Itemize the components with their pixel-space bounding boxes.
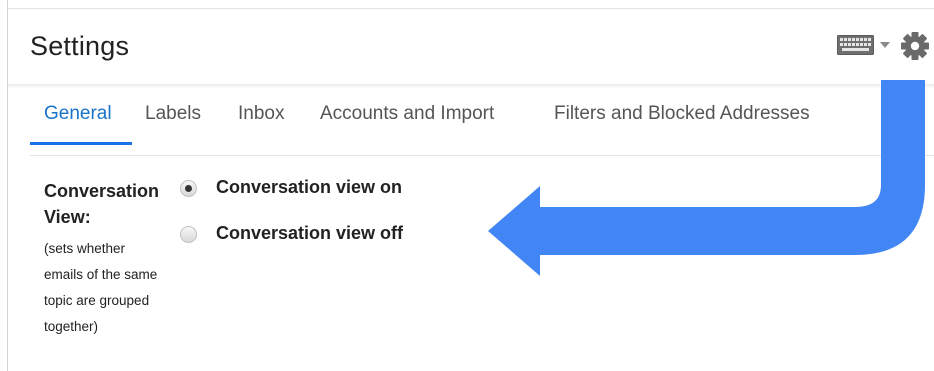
settings-header [8, 9, 934, 85]
tab-general[interactable]: General [44, 103, 112, 125]
conversation-view-label-line2: View: [44, 207, 91, 227]
header-shadow [8, 84, 934, 88]
tab-labels[interactable]: Labels [145, 103, 201, 125]
conversation-view-off-label[interactable]: Conversation view off [216, 223, 403, 244]
tab-inbox[interactable]: Inbox [238, 103, 284, 125]
conversation-view-label-line1: Conversation [44, 181, 160, 201]
tab-filters-and-blocked-addresses[interactable]: Filters and Blocked Addresses [554, 103, 810, 125]
keyboard-icon[interactable] [837, 35, 874, 55]
tabs-divider [30, 155, 934, 156]
settings-window: Settings General Labels Inbox Accounts a… [0, 0, 934, 371]
description-line: together) [44, 319, 99, 334]
active-tab-indicator [30, 142, 132, 145]
description-line: emails of the same [44, 267, 158, 282]
conversation-view-on-radio[interactable] [180, 180, 197, 197]
tab-accounts-and-import[interactable]: Accounts and Import [320, 103, 494, 125]
conversation-view-label: Conversation View: [44, 178, 179, 230]
conversation-view-description: (sets whether emails of the same topic a… [44, 236, 184, 340]
conversation-view-off-radio[interactable] [180, 226, 197, 243]
description-line: topic are grouped [44, 293, 150, 308]
page-title: Settings [30, 31, 130, 61]
description-line: (sets whether [44, 241, 126, 256]
gear-icon[interactable] [900, 31, 930, 61]
radio-selected-dot [185, 185, 192, 192]
conversation-view-on-label[interactable]: Conversation view on [216, 177, 402, 198]
chevron-down-icon[interactable] [880, 42, 890, 49]
